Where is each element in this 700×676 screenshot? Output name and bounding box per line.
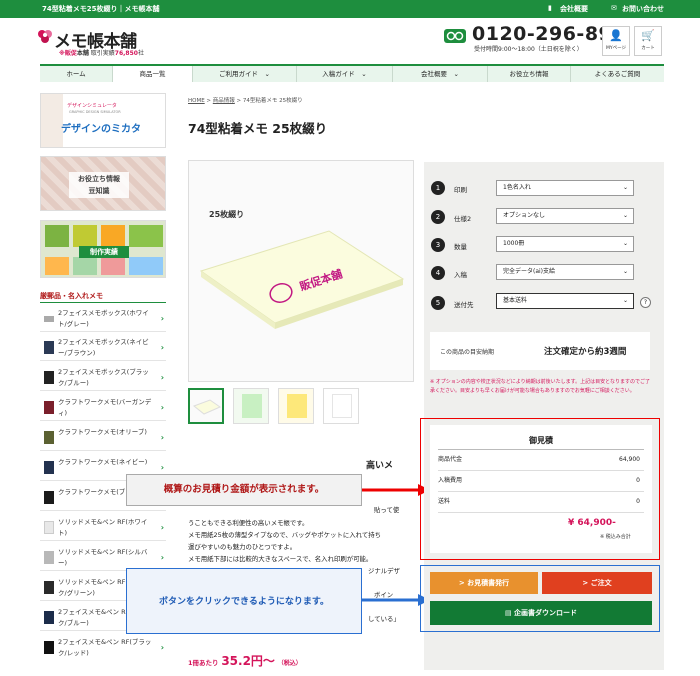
description-line: うこともできる利便性の高いメモ帳です。 bbox=[188, 519, 309, 527]
thumbnail-4[interactable] bbox=[323, 388, 359, 424]
print-select[interactable]: 1色名入れ ⌄ bbox=[496, 180, 634, 196]
order-button[interactable]: > ご注文 bbox=[542, 572, 652, 594]
step-number: 2 bbox=[431, 210, 445, 224]
delivery-period-box: この商品の目安納期 注文確定から約3週間 bbox=[430, 332, 650, 370]
contact-link[interactable]: お問い合わせ bbox=[622, 4, 664, 14]
estimate-total-note: ※ 税込み合計 bbox=[600, 534, 631, 540]
mypage-button[interactable]: 👤 MYページ bbox=[602, 26, 630, 56]
estimate-row: 入稿費用 0 bbox=[438, 472, 644, 492]
shipping-select[interactable]: 基本送料 ⌄ bbox=[496, 293, 634, 309]
step-number: 4 bbox=[431, 266, 445, 280]
estimate-title: 御見積 bbox=[529, 436, 553, 445]
cart-icon: 🛒 bbox=[641, 29, 655, 42]
chevron-down-icon: ⌄ bbox=[622, 212, 628, 219]
list-item[interactable]: 2フェイスメモボックス(ブラック/ブルー) › bbox=[40, 365, 166, 391]
chevron-right-icon: › bbox=[160, 373, 164, 382]
step-number: 1 bbox=[431, 181, 445, 195]
estimate-row: 送料 0 bbox=[438, 493, 644, 513]
list-item[interactable]: クラフトワークメモ(バーガンディ) › bbox=[40, 395, 166, 421]
logo-subtitle: ※販促本舗 取引実績76,850社 bbox=[59, 50, 144, 57]
estimate-total: ¥ 64,900- bbox=[568, 518, 616, 528]
page-title-bar: 74型粘着メモ25枚綴り｜メモ帳本舗 bbox=[42, 5, 160, 13]
callout-buttons: ボタンをクリックできるようになります。 bbox=[126, 568, 362, 634]
step-label: 数量 bbox=[454, 243, 467, 251]
chevron-right-icon: › bbox=[160, 343, 164, 352]
step-label: 入稿 bbox=[454, 271, 467, 279]
company-link[interactable]: 会社概要 bbox=[560, 4, 588, 14]
estimate-row: 商品代金 64,900 bbox=[438, 451, 644, 471]
document-icon: ▤ bbox=[504, 609, 515, 617]
chevron-down-icon: ⌄ bbox=[622, 184, 628, 191]
help-icon[interactable]: ? bbox=[640, 297, 651, 308]
nav-products[interactable]: 商品一覧 bbox=[113, 66, 193, 82]
breadcrumb-products[interactable]: 商品情報 bbox=[213, 98, 235, 104]
top-bar: 74型粘着メモ25枚綴り｜メモ帳本舗 ▮ 会社概要 ✉ お問い合わせ bbox=[0, 0, 700, 18]
section-title: 厳郵品・名入れメモ bbox=[40, 292, 103, 300]
unit-price: 1冊あたり 35.2円～ （税込） bbox=[188, 654, 302, 668]
step-number: 5 bbox=[431, 296, 445, 310]
nav-home[interactable]: ホーム bbox=[40, 66, 113, 82]
mail-icon: ✉ bbox=[611, 4, 617, 12]
step-label: 印刷 bbox=[454, 186, 467, 194]
submission-select[interactable]: 完全データ(ai)支給 ⌄ bbox=[496, 264, 634, 280]
product-main-image: 25枚綴り 販促本舗 bbox=[188, 160, 414, 382]
banner-design-simulator[interactable]: デザインシミュレータ GRAPHIC DESIGN SIMULATOR デザイン… bbox=[40, 93, 166, 148]
chevron-right-icon: › bbox=[160, 463, 164, 472]
list-item[interactable]: クラフトワークメモ(オリーブ) › bbox=[40, 425, 166, 451]
nav-company[interactable]: 会社概要 ⌄ bbox=[393, 66, 488, 82]
thumbnail-2[interactable] bbox=[233, 388, 269, 424]
step-number: 3 bbox=[431, 238, 445, 252]
breadcrumb-current: 74型粘着メモ 25枚綴り bbox=[242, 98, 303, 104]
callout-estimate: 概算のお見積り金額が表示されます。 bbox=[126, 474, 362, 506]
list-item[interactable]: 2フェイスメモボックス(ネイビー/ブラウン) › bbox=[40, 335, 166, 361]
user-icon: 👤 bbox=[609, 29, 623, 42]
description-fragment: している」 bbox=[368, 615, 400, 623]
breadcrumb-home[interactable]: HOME bbox=[188, 98, 205, 104]
chevron-right-icon: › bbox=[160, 403, 164, 412]
nav-guide[interactable]: ご利用ガイド ⌄ bbox=[193, 66, 297, 82]
thumbnail-1[interactable] bbox=[188, 388, 224, 424]
spec-select[interactable]: オプションなし ⌄ bbox=[496, 208, 634, 224]
headline-fragment: 高いメ bbox=[366, 461, 394, 471]
download-button[interactable]: ▤ 企画書ダウンロード bbox=[430, 601, 652, 625]
banner-useful-info[interactable]: お役立ち情報 豆知識 bbox=[40, 156, 166, 211]
description-fragment: ジナルデザ bbox=[368, 567, 400, 575]
description-fragment: 貼って使 bbox=[374, 506, 400, 514]
chevron-right-icon: › bbox=[160, 553, 164, 562]
quantity-select[interactable]: 1000冊 ⌄ bbox=[496, 236, 634, 252]
main-nav: ホーム 商品一覧 ご利用ガイド ⌄ 入稿ガイド ⌄ 会社概要 ⌄ お役立ち情報 … bbox=[40, 64, 664, 82]
list-item[interactable]: ソリッドメモ&ペン RF(ホワイト) › bbox=[40, 515, 166, 541]
nav-submission-guide[interactable]: 入稿ガイド ⌄ bbox=[297, 66, 393, 82]
building-icon: ▮ bbox=[548, 4, 552, 12]
step-label: 送付先 bbox=[454, 301, 474, 309]
logo-flower-icon bbox=[36, 28, 54, 44]
chevron-down-icon: ⌄ bbox=[622, 240, 628, 247]
cart-button[interactable]: 🛒 カート bbox=[634, 26, 662, 56]
list-item[interactable]: 2フェイスメモボックス(ホワイト/グレー) › bbox=[40, 306, 166, 332]
breadcrumb: HOME > 商品情報 > 74型粘着メモ 25枚綴り bbox=[188, 98, 303, 104]
section-divider bbox=[40, 302, 166, 303]
delivery-note: ※ オプションの内容や校正状況などにより納期は前後いたします。上記は目安となりま… bbox=[430, 379, 651, 394]
chevron-right-icon: › bbox=[160, 523, 164, 532]
thumbnail-3[interactable] bbox=[278, 388, 314, 424]
description-line: メモ用紙下部には比較的大きなスペースで、名入れ印刷が可能。 bbox=[188, 555, 373, 563]
chevron-down-icon: ⌄ bbox=[622, 297, 628, 304]
chevron-down-icon: ⌄ bbox=[622, 268, 628, 275]
chevron-right-icon: › bbox=[160, 433, 164, 442]
nav-faq[interactable]: よくあるご質問 bbox=[571, 66, 664, 82]
chevron-right-icon: › bbox=[160, 314, 164, 323]
business-hours: 受付時間9:00～18:00（土日祝を除く） bbox=[474, 46, 583, 53]
step-label: 仕様2 bbox=[454, 215, 472, 223]
product-title: 74型粘着メモ 25枚綴り bbox=[188, 121, 328, 136]
nav-tips[interactable]: お役立ち情報 bbox=[488, 66, 571, 82]
chevron-right-icon: › bbox=[160, 643, 164, 652]
quote-button[interactable]: > お見積書発行 bbox=[430, 572, 538, 594]
freedial-icon bbox=[444, 29, 466, 43]
banner-works[interactable]: 制作実績 bbox=[40, 220, 166, 278]
list-item[interactable]: 2フェイスメモ&ペン RF(ブラック/レッド) › bbox=[40, 635, 166, 661]
description-line: メモ用紙25枚の薄型タイプなので、バッグやポケットに入れて持ち bbox=[188, 531, 382, 539]
description-line: 運びやすいのも魅力のひとつですよ。 bbox=[188, 543, 297, 551]
